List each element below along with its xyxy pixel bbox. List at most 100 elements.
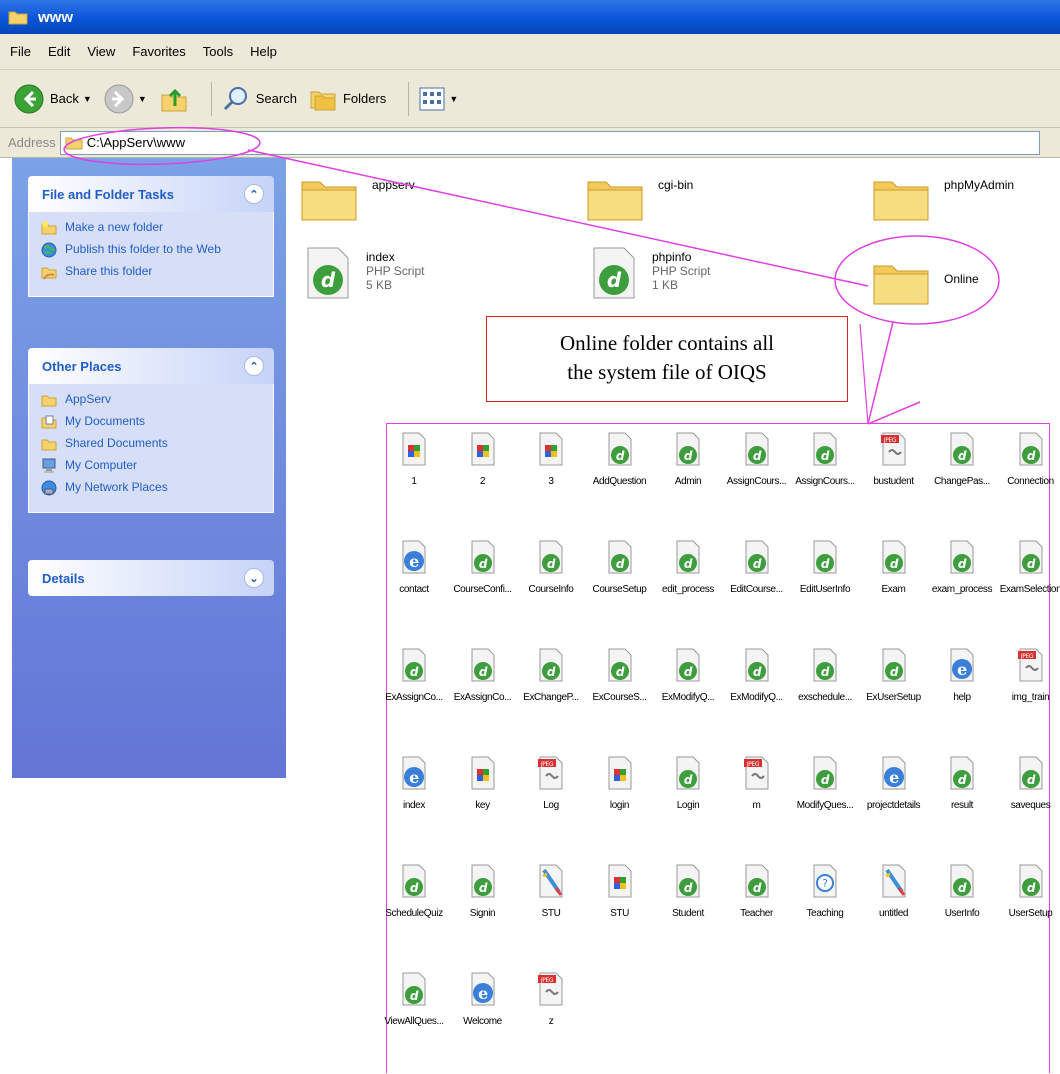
file-item[interactable]: 3 xyxy=(515,432,587,487)
file-item[interactable]: d UserInfo xyxy=(926,864,998,919)
file-item[interactable]: login xyxy=(584,756,656,811)
file-item[interactable]: d ExChangeP... xyxy=(515,648,587,703)
file-item[interactable]: d phpinfo PHP Script 1 KB xyxy=(590,246,710,300)
back-button[interactable]: Back ▼ xyxy=(14,84,92,114)
file-item[interactable]: d ViewAllQues... xyxy=(378,972,450,1027)
search-button[interactable]: Search xyxy=(222,85,297,113)
document-icon xyxy=(539,432,563,466)
views-button[interactable]: ▼ xyxy=(419,87,458,111)
file-item[interactable]: ? Teaching xyxy=(789,864,861,919)
file-item[interactable]: d AssignCours... xyxy=(789,432,861,487)
online-folder-item[interactable]: Online xyxy=(872,258,979,306)
file-item[interactable]: 2 xyxy=(447,432,519,487)
file-item[interactable]: d CourseConfi... xyxy=(447,540,519,595)
file-item[interactable]: d Exam xyxy=(858,540,930,595)
collapse-icon[interactable]: ⌃ xyxy=(244,356,264,376)
expand-icon[interactable]: ⌄ xyxy=(244,568,264,588)
file-label: ExModifyQ... xyxy=(730,692,783,703)
file-item[interactable]: STU xyxy=(584,864,656,919)
place-shared-documents[interactable]: Shared Documents xyxy=(41,436,263,452)
menu-favorites[interactable]: Favorites xyxy=(132,44,185,59)
menu-view[interactable]: View xyxy=(87,44,115,59)
file-item[interactable]: e contact xyxy=(378,540,450,595)
file-item[interactable]: d CourseInfo xyxy=(515,540,587,595)
file-item[interactable]: d Student xyxy=(652,864,724,919)
file-item[interactable]: d ExUserSetup xyxy=(858,648,930,703)
file-item[interactable]: e projectdetails xyxy=(858,756,930,811)
file-item[interactable]: d ChangePas... xyxy=(926,432,998,487)
menu-help[interactable]: Help xyxy=(250,44,277,59)
file-item[interactable]: d ExAssignCo... xyxy=(378,648,450,703)
file-label: CourseSetup xyxy=(592,584,647,595)
folder-item[interactable]: cgi-bin xyxy=(586,174,693,222)
file-item[interactable]: d saveques xyxy=(995,756,1060,811)
file-item[interactable]: d Signin xyxy=(447,864,519,919)
file-item[interactable]: JPEG Log xyxy=(515,756,587,811)
file-item[interactable]: d ExModifyQ... xyxy=(652,648,724,703)
file-item[interactable]: d exam_process xyxy=(926,540,998,595)
file-item[interactable]: e Welcome xyxy=(447,972,519,1027)
task-make-new-folder[interactable]: Make a new folder xyxy=(41,220,263,236)
folder-item[interactable]: appserv xyxy=(300,174,415,222)
file-item[interactable]: d UserSetup xyxy=(995,864,1060,919)
address-field[interactable]: C:\AppServ\www xyxy=(59,130,1040,155)
place-my-computer[interactable]: My Computer xyxy=(41,458,263,474)
details-header[interactable]: Details ⌄ xyxy=(28,560,274,596)
views-dropdown-icon[interactable]: ▼ xyxy=(449,94,458,104)
file-item[interactable]: JPEG bustudent xyxy=(858,432,930,487)
file-item[interactable]: d Teacher xyxy=(721,864,793,919)
file-item[interactable]: d Admin xyxy=(652,432,724,487)
file-item[interactable]: d ScheduleQuiz xyxy=(378,864,450,919)
file-item[interactable]: d AddQuestion xyxy=(584,432,656,487)
file-item[interactable]: JPEG img_train xyxy=(995,648,1060,703)
file-item[interactable]: d CourseSetup xyxy=(584,540,656,595)
file-item[interactable]: e help xyxy=(926,648,998,703)
file-item[interactable]: d AssignCours... xyxy=(721,432,793,487)
forward-arrow-icon xyxy=(104,84,134,113)
forward-dropdown-icon[interactable]: ▼ xyxy=(138,94,147,104)
file-item[interactable]: d ExAssignCo... xyxy=(447,648,519,703)
file-item[interactable]: JPEG z xyxy=(515,972,587,1027)
file-item[interactable]: d ExModifyQ... xyxy=(721,648,793,703)
collapse-icon[interactable]: ⌃ xyxy=(244,184,264,204)
forward-button[interactable]: ▼ xyxy=(104,84,147,114)
folders-button[interactable]: Folders xyxy=(309,86,386,112)
menu-file[interactable]: File xyxy=(10,44,31,59)
file-item[interactable]: d index PHP Script 5 KB xyxy=(304,246,424,300)
file-item[interactable]: d Login xyxy=(652,756,724,811)
file-item[interactable]: d ExCourseS... xyxy=(584,648,656,703)
title-bar: www xyxy=(0,0,1060,34)
file-item[interactable]: d result xyxy=(926,756,998,811)
jpeg-image-icon: JPEG xyxy=(538,756,563,790)
menu-tools[interactable]: Tools xyxy=(203,44,233,59)
file-item[interactable]: JPEG m xyxy=(721,756,793,811)
file-item[interactable]: d edit_process xyxy=(652,540,724,595)
place-my-documents[interactable]: My Documents xyxy=(41,414,263,430)
task-share-folder[interactable]: Share this folder xyxy=(41,264,263,280)
place-my-network-places[interactable]: My Network Places xyxy=(41,480,263,496)
place-appserv[interactable]: AppServ xyxy=(41,392,263,408)
file-item[interactable]: d EditUserInfo xyxy=(789,540,861,595)
file-item[interactable]: d ModifyQues... xyxy=(789,756,861,811)
document-icon xyxy=(402,432,426,466)
file-item[interactable]: d exschedule... xyxy=(789,648,861,703)
file-folder-tasks-header[interactable]: File and Folder Tasks ⌃ xyxy=(28,176,274,212)
network-icon xyxy=(41,480,57,496)
back-dropdown-icon[interactable]: ▼ xyxy=(83,94,92,104)
task-publish-folder[interactable]: Publish this folder to the Web xyxy=(41,242,263,258)
file-item[interactable]: untitled xyxy=(858,864,930,919)
file-item[interactable]: d Connection xyxy=(995,432,1060,487)
file-item[interactable]: STU xyxy=(515,864,587,919)
file-item[interactable]: e index xyxy=(378,756,450,811)
file-item[interactable]: d ExamSelection xyxy=(995,540,1060,595)
folders-label: Folders xyxy=(342,91,387,106)
up-folder-button[interactable] xyxy=(159,84,189,114)
menu-edit[interactable]: Edit xyxy=(48,44,70,59)
other-places-header[interactable]: Other Places ⌃ xyxy=(28,348,274,384)
file-item[interactable]: 1 xyxy=(378,432,450,487)
file-item[interactable]: d EditCourse... xyxy=(721,540,793,595)
file-item[interactable]: key xyxy=(447,756,519,811)
svg-text:d: d xyxy=(321,268,336,292)
file-label: Login xyxy=(676,800,700,811)
folder-item[interactable]: phpMyAdmin xyxy=(872,174,1014,222)
